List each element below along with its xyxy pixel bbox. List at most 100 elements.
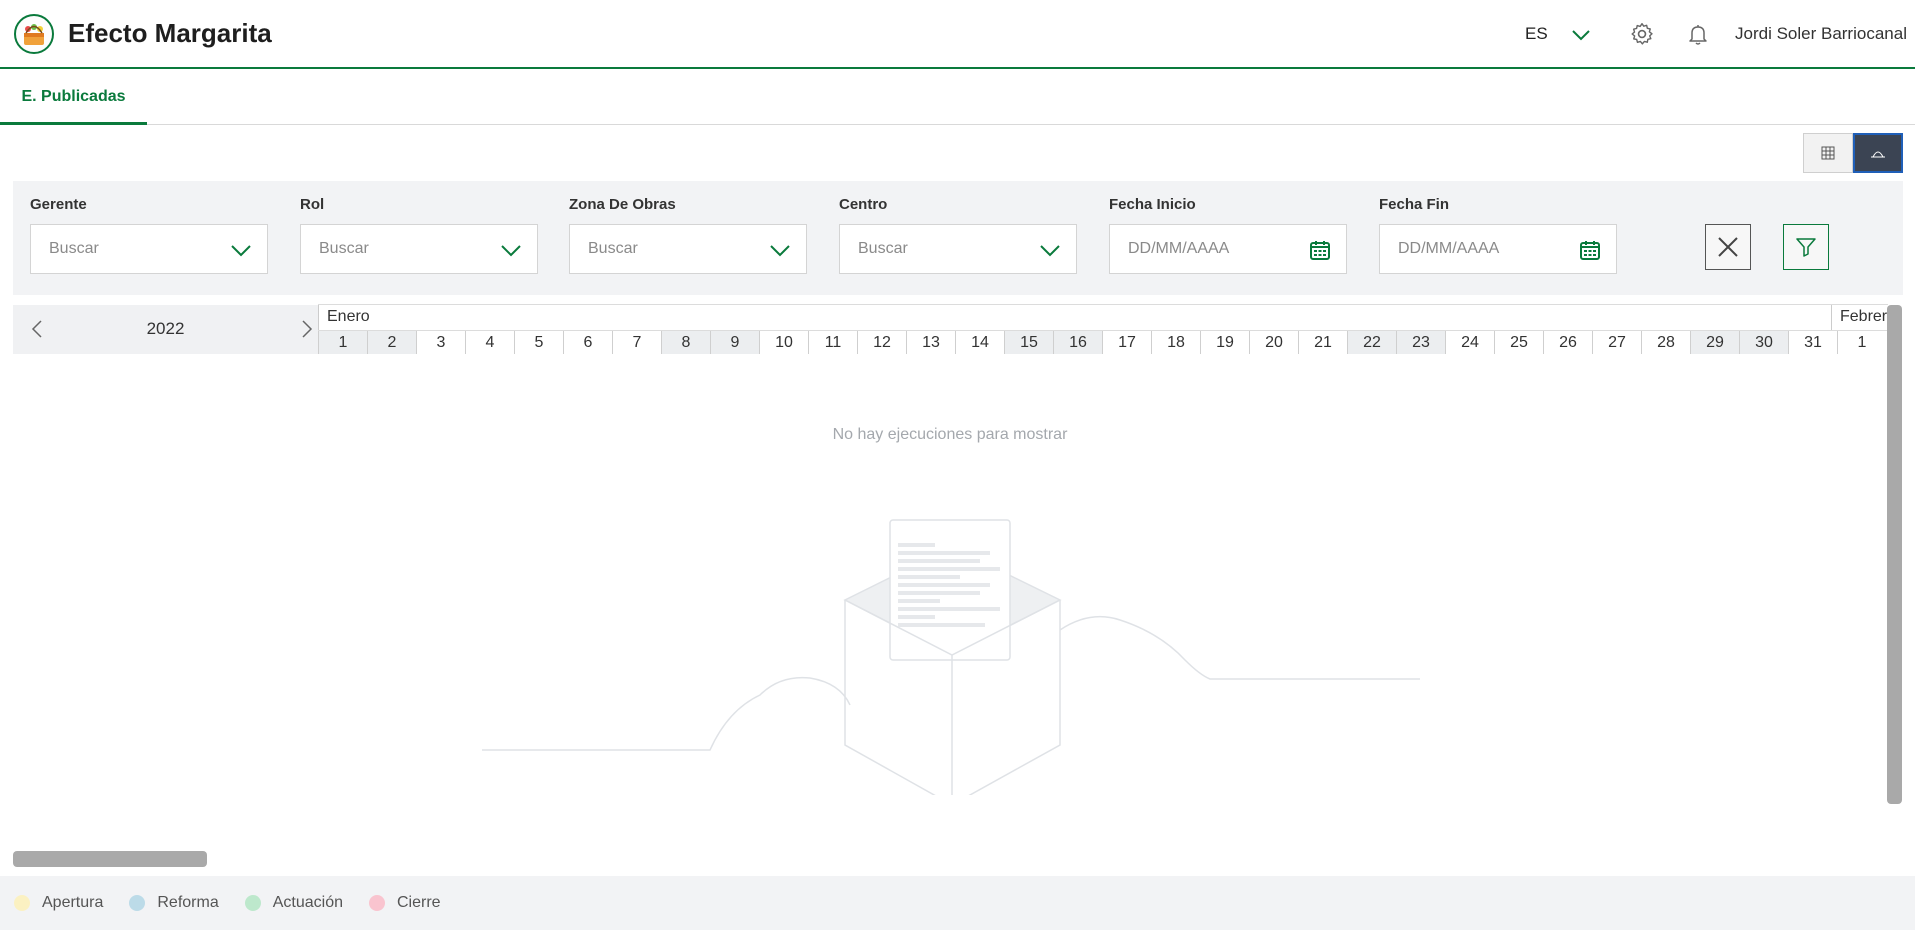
day-cell: 6: [563, 331, 612, 354]
filter-gerente: Gerente Buscar: [30, 196, 268, 274]
legend-label: Reforma: [157, 894, 219, 911]
filter-fecha-fin: Fecha Fin DD/MM/AAAA: [1379, 196, 1617, 274]
filter-label: Zona De Obras: [569, 196, 676, 213]
year-navigator: 2022: [13, 305, 318, 354]
day-cell: 12: [857, 331, 906, 354]
filter-zona: Zona De Obras Buscar: [569, 196, 807, 274]
day-cell: 1: [318, 331, 367, 354]
day-cell: 26: [1543, 331, 1592, 354]
day-cell: 5: [514, 331, 563, 354]
calendar-header: Enero Febrero 12345678910111213141516171…: [318, 304, 1888, 354]
filter-label: Fecha Inicio: [1109, 196, 1196, 213]
year-label: 2022: [146, 319, 185, 338]
day-cell: 7: [612, 331, 661, 354]
day-cell: 3: [416, 331, 465, 354]
filter-fecha-inicio: Fecha Inicio DD/MM/AAAA: [1109, 196, 1347, 274]
day-cell: 11: [808, 331, 857, 354]
day-cell: 19: [1200, 331, 1249, 354]
legend-item: Actuación: [244, 894, 343, 912]
filter-rol: Rol Buscar: [300, 196, 538, 274]
day-cell: 9: [710, 331, 759, 354]
legend-item: Cierre: [369, 894, 441, 912]
day-cell: 24: [1445, 331, 1494, 354]
day-cell: 18: [1151, 331, 1200, 354]
tab-e-publicadas[interactable]: E. Publicadas: [0, 71, 147, 125]
app-logo[interactable]: [14, 14, 54, 54]
chevron-down-icon: [501, 245, 521, 257]
language-label[interactable]: ES: [1525, 24, 1548, 44]
bell-icon[interactable]: [1686, 22, 1710, 46]
chevron-down-icon: [231, 245, 251, 257]
vertical-scrollbar[interactable]: [1887, 305, 1902, 804]
app-header: Efecto Margarita ES Jordi Soler Barrioca…: [0, 0, 1915, 69]
fecha-inicio-field[interactable]: DD/MM/AAAA: [1109, 224, 1347, 274]
select-placeholder: Buscar: [319, 240, 369, 257]
select-placeholder: Buscar: [588, 240, 638, 257]
filter-bar: Gerente Buscar Rol Buscar Zona De Obras …: [13, 181, 1903, 295]
month-row: Enero Febrero: [318, 305, 1888, 330]
calendar-icon[interactable]: [1308, 238, 1332, 262]
chevron-down-icon: [1040, 245, 1060, 257]
select-placeholder: Buscar: [49, 240, 99, 257]
table-view-icon: [1821, 146, 1835, 160]
clear-filters-button[interactable]: [1705, 224, 1751, 270]
date-placeholder: DD/MM/AAAA: [1128, 240, 1230, 257]
centro-select[interactable]: Buscar: [839, 224, 1077, 274]
day-cell: 21: [1298, 331, 1347, 354]
tab-bar: E. Publicadas: [0, 71, 1915, 125]
day-cell: 29: [1690, 331, 1739, 354]
chevron-down-icon[interactable]: [1568, 22, 1594, 48]
day-cell: 28: [1641, 331, 1690, 354]
day-cell: 4: [465, 331, 514, 354]
timeline-view-icon: [1871, 151, 1885, 158]
day-cell: 17: [1102, 331, 1151, 354]
month-label: Febrero: [1840, 308, 1888, 325]
apply-filters-button[interactable]: [1783, 224, 1829, 270]
day-cell: 23: [1396, 331, 1445, 354]
rol-select[interactable]: Buscar: [300, 224, 538, 274]
day-cell: 15: [1004, 331, 1053, 354]
day-cell: 14: [955, 331, 1004, 354]
fecha-fin-field[interactable]: DD/MM/AAAA: [1379, 224, 1617, 274]
day-cell: 20: [1249, 331, 1298, 354]
chevron-down-icon: [770, 245, 790, 257]
horizontal-scrollbar[interactable]: [13, 851, 207, 867]
legend: Apertura Reforma Actuación Cierre: [0, 876, 1915, 930]
legend-dot: [14, 895, 30, 911]
legend-label: Actuación: [272, 894, 343, 911]
calendar-icon[interactable]: [1578, 238, 1602, 262]
filter-label: Rol: [300, 196, 325, 213]
day-cell: 31: [1788, 331, 1837, 354]
table-view-button[interactable]: [1803, 133, 1853, 173]
empty-state-message: No hay ejecuciones para mostrar: [832, 426, 1068, 443]
zona-select[interactable]: Buscar: [569, 224, 807, 274]
legend-dot: [129, 895, 146, 911]
chevron-right-icon[interactable]: [295, 317, 319, 341]
legend-label: Cierre: [397, 894, 441, 911]
user-name[interactable]: Jordi Soler Barriocanal: [1735, 24, 1907, 44]
filter-centro: Centro Buscar: [839, 196, 1077, 274]
empty-inbox-illustration: [482, 519, 1420, 795]
close-icon: [1718, 237, 1738, 257]
day-cell: 25: [1494, 331, 1543, 354]
filter-label: Gerente: [30, 196, 87, 213]
filter-label: Fecha Fin: [1379, 196, 1450, 213]
date-placeholder: DD/MM/AAAA: [1398, 240, 1500, 257]
day-cell: 1: [1837, 331, 1886, 354]
app-title: Efecto Margarita: [68, 18, 272, 48]
legend-dot: [369, 895, 385, 911]
legend-dot: [244, 895, 261, 911]
month-label: Enero: [318, 305, 1832, 330]
gear-icon[interactable]: [1629, 21, 1655, 47]
filter-icon: [1796, 238, 1816, 257]
legend-item: Reforma: [129, 894, 219, 912]
select-placeholder: Buscar: [858, 240, 908, 257]
day-cell: 10: [759, 331, 808, 354]
days-row: 1 2 3 4 5 6 7 8 9 10 11 12 13 14 15 16 17 18 19 20 21 22 23 24 2…: [318, 330, 1888, 354]
gerente-select[interactable]: Buscar: [30, 224, 268, 274]
day-cell: 13: [906, 331, 955, 354]
day-cell: 30: [1739, 331, 1788, 354]
day-cell: 27: [1592, 331, 1641, 354]
day-cell: 22: [1347, 331, 1396, 354]
timeline-view-button[interactable]: [1853, 133, 1903, 173]
